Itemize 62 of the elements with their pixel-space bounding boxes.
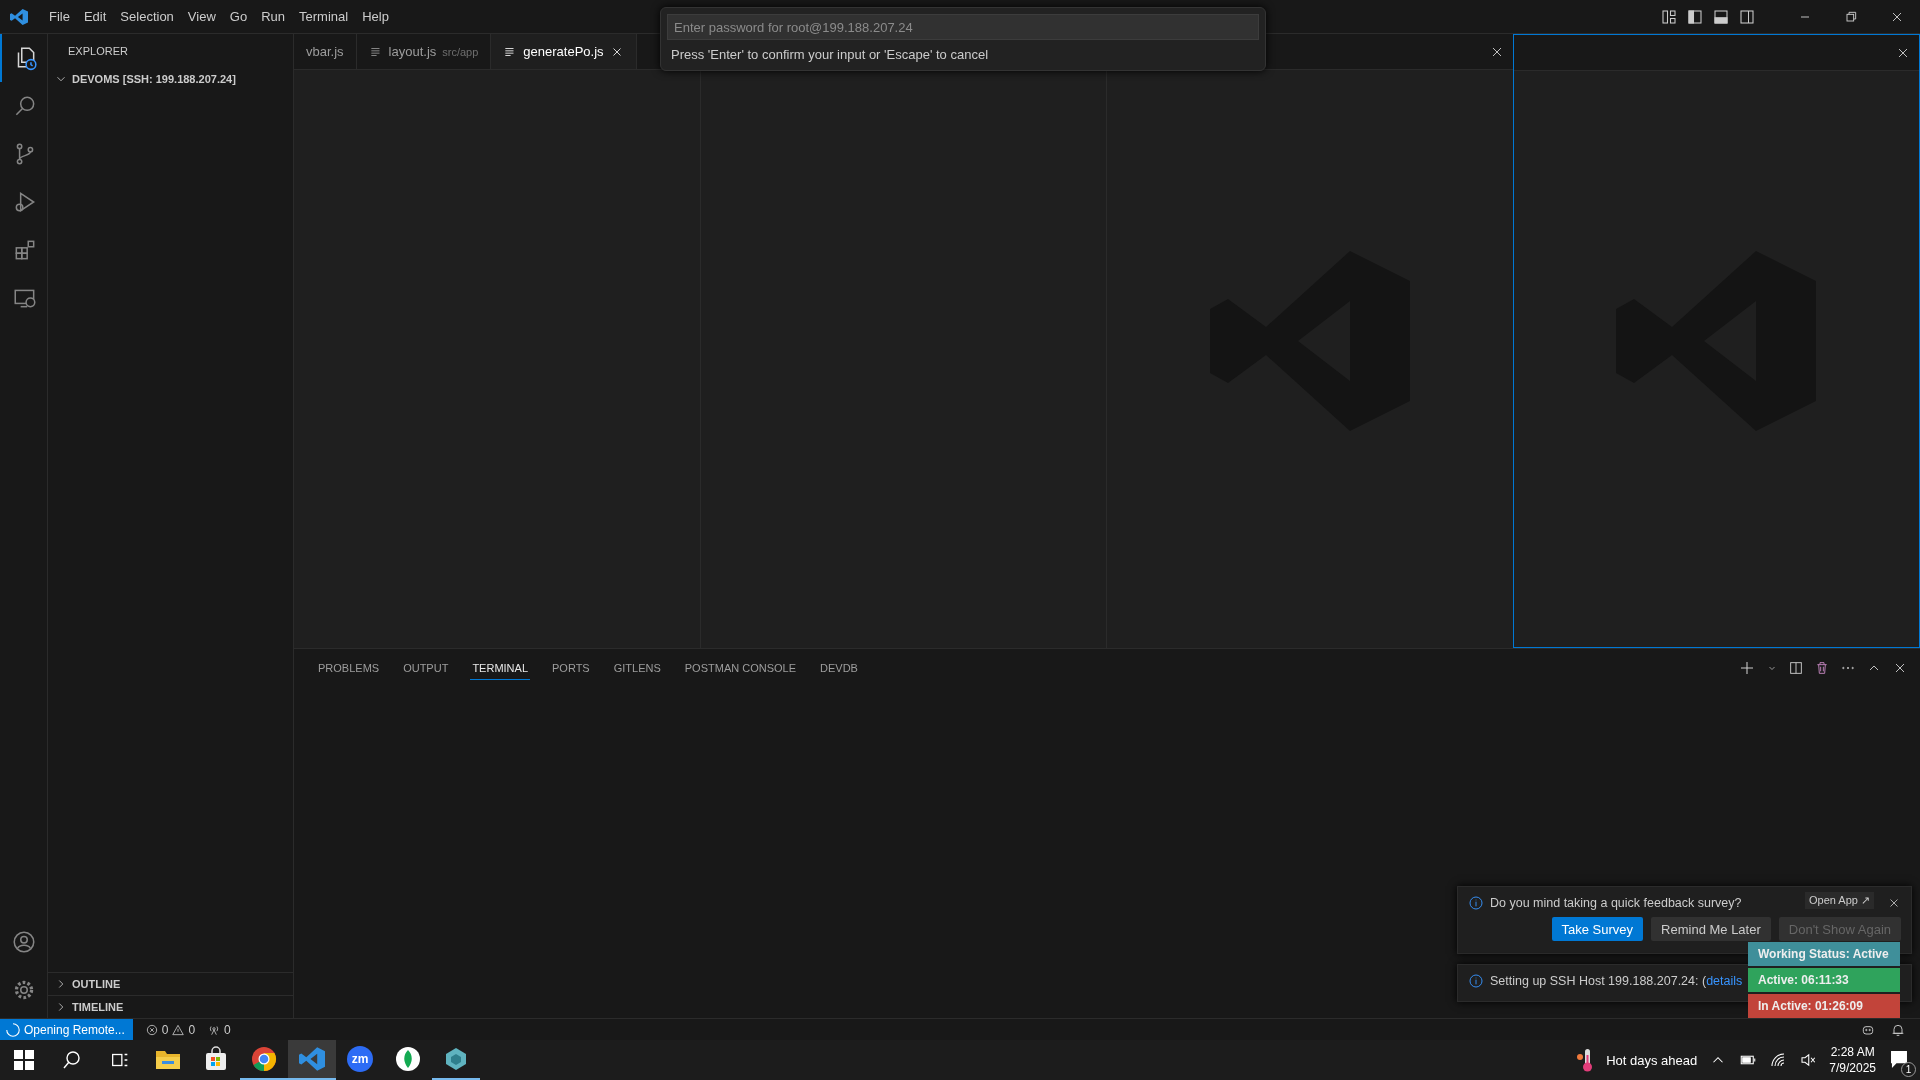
section-header[interactable]: TIMELINE (72, 1001, 124, 1013)
vscode-logo-icon (10, 7, 28, 26)
panel-tab[interactable]: DEVDB (818, 656, 860, 680)
menu-item[interactable]: View (180, 6, 223, 27)
windows-start-icon[interactable] (14, 1050, 34, 1070)
warning-count[interactable]: 0 (188, 1022, 196, 1037)
error-icon (144, 1022, 159, 1037)
panel-tab[interactable]: OUTPUT (401, 656, 451, 680)
panel-tab[interactable]: GITLENS (611, 656, 663, 680)
warning-icon (171, 1022, 186, 1037)
plus-icon[interactable] (1738, 659, 1756, 677)
trash-icon[interactable] (1814, 660, 1830, 676)
status-bar-item: Working Status: Active (1748, 942, 1900, 966)
thermometer-icon[interactable] (1576, 1047, 1595, 1073)
panel-tab[interactable]: PROBLEMS (316, 656, 382, 680)
leaf-icon[interactable] (395, 1046, 421, 1072)
notification-badge: 1 (1901, 1061, 1916, 1077)
menu-item[interactable]: File (42, 6, 77, 27)
menu-item[interactable]: Selection (113, 6, 181, 27)
details-link[interactable]: details (1706, 974, 1743, 988)
toggle-panel-icon[interactable] (1712, 7, 1730, 26)
open-app-button[interactable]: Open App ↗ (1805, 892, 1874, 909)
input-hint: Press 'Enter' to confirm your input or 'Escape' to cancel (670, 46, 989, 64)
clock-date[interactable]: 7/9/2025 (1829, 1060, 1876, 1076)
panel-tab[interactable]: PORTS (550, 656, 592, 680)
toggle-secondary-sidebar-icon[interactable] (1738, 7, 1756, 26)
vscode-logo-icon[interactable] (299, 1046, 325, 1072)
hexagon-icon[interactable] (443, 1046, 469, 1072)
weather-text[interactable]: Hot days ahead (1606, 1052, 1698, 1068)
sidebar-title: EXPLORER (68, 45, 128, 57)
status-bar-item: Active: 06:11:33 (1748, 968, 1900, 992)
menu-item[interactable]: Edit (76, 6, 114, 27)
remote-indicator[interactable]: Opening Remote... (0, 1018, 133, 1041)
panel-tab[interactable]: POSTMAN CONSOLE (682, 656, 799, 680)
editor-tab[interactable]: generatePo.js (491, 34, 637, 69)
toggle-sidebar-icon[interactable] (1686, 7, 1704, 26)
menu-item[interactable]: Help (355, 6, 396, 27)
panel-tab[interactable]: TERMINAL (470, 656, 530, 680)
clock-time[interactable]: 2:28 AM (1830, 1044, 1875, 1060)
speaker-muted-icon[interactable] (1799, 1051, 1818, 1069)
customize-layout-icon[interactable] (1660, 7, 1678, 26)
spinner-icon (6, 1022, 20, 1037)
section-header[interactable]: OUTLINE (72, 978, 121, 990)
menu-item[interactable]: Go (222, 6, 255, 27)
menu-item[interactable]: Run (254, 6, 292, 27)
status-bar-item: In Active: 01:26:09 (1748, 994, 1900, 1018)
info-icon (1468, 973, 1484, 989)
menu-item[interactable]: Terminal (292, 6, 356, 27)
split-icon[interactable] (1788, 660, 1804, 676)
error-count[interactable]: 0 (161, 1022, 169, 1037)
ports-count[interactable]: 0 (224, 1022, 231, 1037)
notification-message: Setting up SSH Host 199.188.207.24: (details (1490, 974, 1743, 988)
notification-message: Do you mind taking a quick feedback survey? (1490, 896, 1742, 910)
editor-tab[interactable]: vbar.js (294, 34, 357, 69)
browser-icon[interactable] (251, 1046, 277, 1072)
info-icon (1468, 895, 1484, 911)
notification-button[interactable]: Take Survey (1551, 917, 1644, 941)
password-field[interactable]: Enter password for root@199.188.207.24 (667, 14, 1259, 40)
folder-label[interactable]: DEVOMS [SSH: 199.188.207.24] (72, 73, 236, 85)
zoom-app-icon[interactable]: zm (347, 1046, 373, 1072)
shopping-bag-icon[interactable] (203, 1046, 229, 1072)
notification-button[interactable]: Remind Me Later (1651, 917, 1771, 941)
